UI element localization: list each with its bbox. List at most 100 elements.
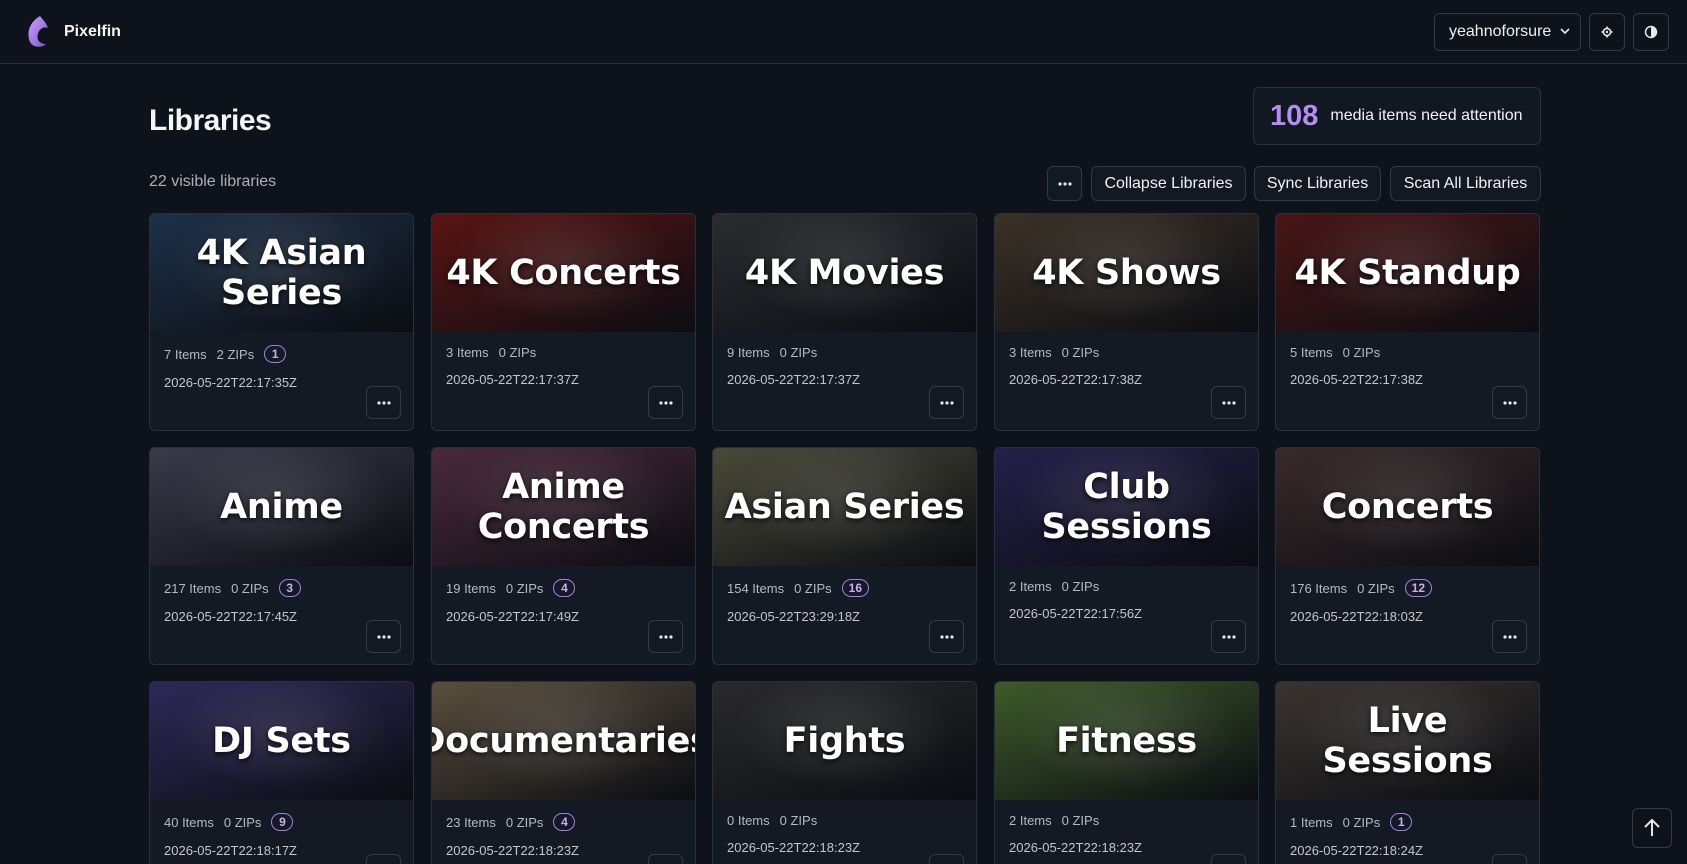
library-item-count: 2 Items	[1009, 579, 1052, 594]
library-card[interactable]: 4K Movies 9 Items 0 ZIPs 2026-05-22T22:17:3…	[712, 213, 977, 431]
library-banner-image[interactable]: DJ Sets	[150, 682, 413, 800]
attention-badge[interactable]: 1	[1390, 813, 1413, 831]
library-stats: 0 Items 0 ZIPs	[727, 813, 817, 828]
library-card[interactable]: Anime 217 Items 0 ZIPs 3 2026-05-22T22:17:45…	[149, 447, 414, 665]
library-title: DJ Sets	[212, 721, 351, 761]
library-banner-image[interactable]: Asian Series	[713, 448, 976, 566]
attention-badge[interactable]: 9	[271, 813, 294, 831]
library-item-count: 1 Items	[1290, 814, 1333, 830]
gear-icon	[1601, 26, 1613, 38]
library-stats: 3 Items 0 ZIPs	[446, 345, 536, 360]
library-banner-image[interactable]: Anime	[150, 448, 413, 566]
library-menu-button[interactable]	[1492, 854, 1527, 864]
library-stats: 154 Items 0 ZIPs 16	[727, 579, 870, 597]
library-last-scanned: 2026-05-22T22:18:24Z	[1290, 843, 1423, 858]
library-banner-image[interactable]: Fights	[713, 682, 976, 800]
library-banner-image[interactable]: 4K Asian Series	[150, 214, 413, 332]
library-card[interactable]: Live Sessions 1 Items 0 ZIPs 1 2026-05-22T22…	[1275, 681, 1540, 864]
library-banner-image[interactable]: Live Sessions	[1276, 682, 1539, 800]
library-banner-image[interactable]: 4K Concerts	[432, 214, 695, 332]
library-card[interactable]: Club Sessions 2 Items 0 ZIPs 2026-05-22T22:…	[994, 447, 1259, 665]
user-select[interactable]: yeahnoforsure	[1434, 13, 1581, 51]
library-card[interactable]: 4K Concerts 3 Items 0 ZIPs 2026-05-22T22:17…	[431, 213, 696, 431]
library-card[interactable]: 4K Asian Series 7 Items 2 ZIPs 1 2026-05-22T…	[149, 213, 414, 431]
library-zip-count: 0 ZIPs	[779, 813, 818, 828]
library-card[interactable]: Documentaries 23 Items 0 ZIPs 4 2026-05-22T2…	[431, 681, 696, 864]
library-item-count: 7 Items	[164, 346, 207, 362]
library-card[interactable]: DJ Sets 40 Items 0 ZIPs 9 2026-05-22T22:18:1…	[149, 681, 414, 864]
library-item-count: 9 Items	[727, 345, 770, 360]
library-last-scanned: 2026-05-22T22:17:45Z	[164, 609, 297, 624]
library-last-scanned: 2026-05-22T22:17:38Z	[1290, 372, 1423, 387]
library-title: Fights	[783, 721, 906, 761]
library-menu-button[interactable]	[929, 620, 964, 653]
library-banner-image[interactable]: Club Sessions	[995, 448, 1258, 566]
attention-badge[interactable]: 4	[553, 579, 576, 597]
library-title: Documentaries	[431, 721, 696, 761]
library-menu-button[interactable]	[1492, 620, 1527, 653]
library-card[interactable]: Concerts 176 Items 0 ZIPs 12 2026-05-22T22:1…	[1275, 447, 1540, 665]
library-title: Club Sessions	[1041, 467, 1212, 547]
library-card[interactable]: Anime Concerts 19 Items 0 ZIPs 4 2026-05-22T…	[431, 447, 696, 665]
library-last-scanned: 2026-05-22T22:17:35Z	[164, 375, 297, 390]
library-menu-button[interactable]	[648, 386, 683, 419]
sync-libraries-button[interactable]: Sync Libraries	[1254, 166, 1381, 201]
library-menu-button[interactable]	[929, 854, 964, 864]
contrast-icon	[1644, 25, 1658, 39]
attention-notice[interactable]: 108 media items need attention	[1253, 87, 1541, 145]
library-banner-image[interactable]: Anime Concerts	[432, 448, 695, 566]
library-menu-button[interactable]	[648, 620, 683, 653]
library-menu-button[interactable]	[1211, 854, 1246, 864]
library-zip-count: 0 ZIPs	[231, 580, 269, 596]
attention-badge[interactable]: 4	[553, 813, 576, 831]
library-banner-image[interactable]: 4K Movies	[713, 214, 976, 332]
library-card[interactable]: 4K Shows 3 Items 0 ZIPs 2026-05-22T22:17:38…	[994, 213, 1259, 431]
scroll-to-top-button[interactable]	[1632, 808, 1672, 848]
library-banner-image[interactable]: 4K Shows	[995, 214, 1258, 332]
theme-toggle-button[interactable]	[1633, 13, 1669, 51]
ellipsis-icon	[1221, 634, 1236, 639]
attention-badge[interactable]: 12	[1404, 579, 1433, 597]
library-item-count: 2 Items	[1009, 813, 1052, 828]
library-item-count: 23 Items	[446, 814, 496, 830]
more-options-button[interactable]	[1047, 166, 1082, 201]
library-zip-count: 0 ZIPs	[1061, 813, 1100, 828]
library-card[interactable]: 4K Standup 5 Items 0 ZIPs 2026-05-22T22:17:…	[1275, 213, 1540, 431]
library-menu-button[interactable]	[648, 854, 683, 864]
library-menu-button[interactable]	[366, 620, 401, 653]
library-banner-image[interactable]: Fitness	[995, 682, 1258, 800]
ellipsis-icon	[939, 634, 954, 639]
library-menu-button[interactable]	[1211, 620, 1246, 653]
settings-button[interactable]	[1589, 13, 1625, 51]
library-menu-button[interactable]	[1492, 386, 1527, 419]
library-menu-button[interactable]	[1211, 386, 1246, 419]
library-stats: 19 Items 0 ZIPs 4	[446, 579, 576, 597]
library-title: 4K Shows	[1032, 253, 1221, 293]
scan-all-libraries-button[interactable]: Scan All Libraries	[1390, 166, 1541, 201]
library-zip-count: 0 ZIPs	[779, 345, 818, 360]
library-stats: 23 Items 0 ZIPs 4	[446, 813, 576, 831]
attention-badge[interactable]: 16	[841, 579, 870, 597]
library-banner-image[interactable]: Concerts	[1276, 448, 1539, 566]
library-item-count: 3 Items	[446, 345, 489, 360]
library-card[interactable]: Fights 0 Items 0 ZIPs 2026-05-22T22:18:23Z	[712, 681, 977, 864]
library-zip-count: 0 ZIPs	[1342, 345, 1381, 360]
library-banner-image[interactable]: 4K Standup	[1276, 214, 1539, 332]
library-last-scanned: 2026-05-22T22:18:17Z	[164, 843, 297, 858]
library-stats: 2 Items 0 ZIPs	[1009, 579, 1099, 594]
library-menu-button[interactable]	[929, 386, 964, 419]
ellipsis-icon	[939, 400, 954, 405]
library-banner-image[interactable]: Documentaries	[432, 682, 695, 800]
library-zip-count: 0 ZIPs	[1061, 345, 1100, 360]
brand[interactable]: Pixelfin	[24, 14, 121, 50]
library-menu-button[interactable]	[366, 854, 401, 864]
library-card[interactable]: Fitness 2 Items 0 ZIPs 2026-05-22T22:18:23Z	[994, 681, 1259, 864]
collapse-libraries-button[interactable]: Collapse Libraries	[1091, 166, 1246, 201]
attention-badge[interactable]: 3	[278, 579, 301, 597]
library-stats: 217 Items 0 ZIPs 3	[164, 579, 301, 597]
library-stats: 9 Items 0 ZIPs	[727, 345, 817, 360]
attention-badge[interactable]: 1	[264, 345, 287, 363]
library-card[interactable]: Asian Series 154 Items 0 ZIPs 16 2026-05-22T…	[712, 447, 977, 665]
library-title: 4K Standup	[1294, 253, 1521, 293]
library-menu-button[interactable]	[366, 386, 401, 419]
